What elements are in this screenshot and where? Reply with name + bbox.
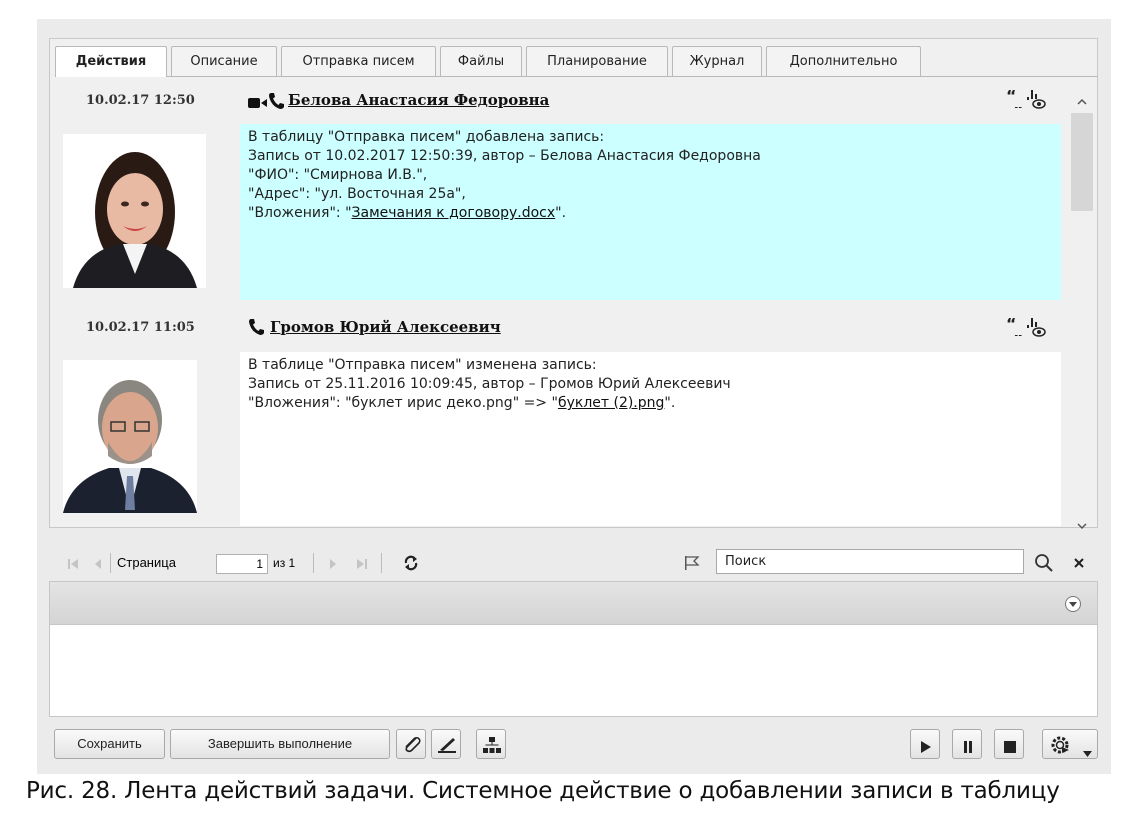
clear-search-icon[interactable] (1072, 555, 1086, 574)
page-number-input[interactable]: 1 (216, 554, 268, 574)
tabs-divider (55, 76, 1098, 77)
author-link[interactable]: Белова Анастасия Федоровна (288, 91, 549, 109)
attach-button[interactable] (396, 729, 426, 759)
visibility-icon[interactable] (1025, 88, 1047, 114)
entry-message: В таблицу "Отправка писем" добавлена зап… (240, 124, 1061, 300)
tab-description[interactable]: Описание (171, 46, 277, 76)
hierarchy-icon (482, 735, 502, 759)
search-input[interactable]: Поиск (716, 549, 1024, 574)
last-page-icon[interactable] (355, 556, 369, 575)
message-line: "Адрес": "ул. Восточная 25а", (248, 186, 466, 202)
page-label: Страница (117, 555, 176, 570)
paperclip-icon (401, 734, 423, 760)
figure-caption: Рис. 28. Лента действий задачи. Системно… (26, 778, 1060, 804)
visibility-icon[interactable] (1025, 316, 1047, 342)
phone-icon (248, 318, 264, 340)
complete-task-button[interactable]: Завершить выполнение (170, 729, 390, 759)
next-page-icon[interactable] (327, 556, 339, 575)
avatar (63, 134, 206, 288)
stop-icon (1004, 738, 1016, 757)
pager-separator (381, 553, 382, 573)
refresh-icon[interactable] (402, 554, 420, 576)
message-line: Запись от 25.11.2016 10:09:45, автор – Г… (248, 376, 731, 392)
attach-suffix: ". (555, 205, 567, 221)
scroll-down-icon[interactable] (1076, 516, 1088, 535)
comment-input[interactable] (49, 625, 1098, 717)
attach-suffix: ". (664, 395, 676, 411)
svg-text:„: „ (1013, 95, 1024, 108)
flag-icon[interactable] (683, 554, 701, 576)
tab-planning[interactable]: Планирование (526, 46, 668, 76)
message-line: "ФИО": "Смирнова И.В.", (248, 167, 428, 183)
message-line: "Вложения": "буклет ирис деко.png" => "б… (248, 394, 1053, 413)
signature-icon (436, 734, 458, 760)
comment-panel-header (49, 581, 1098, 625)
attach-prefix: "Вложения": "буклет ирис деко.png" => " (248, 395, 558, 411)
pause-icon (962, 738, 974, 757)
prev-page-icon[interactable] (92, 556, 104, 575)
entry-datetime: 10.02.17 12:50 (86, 93, 195, 108)
save-button[interactable]: Сохранить (54, 729, 165, 759)
stop-button[interactable] (994, 729, 1024, 759)
quote-icon[interactable]: “„ (1006, 86, 1024, 114)
message-line: В таблице "Отправка писем" изменена запи… (248, 357, 597, 373)
search-icon[interactable] (1033, 552, 1055, 578)
play-icon (920, 738, 932, 757)
quote-icon[interactable]: “„ (1006, 314, 1024, 342)
phone-icon (268, 92, 284, 114)
pager-separator (313, 553, 314, 573)
pager-separator (110, 553, 111, 573)
avatar (63, 360, 197, 513)
attach-prefix: "Вложения": " (248, 205, 352, 221)
attachment-link[interactable]: Замечания к договору.docx (352, 205, 556, 221)
scrollbar-thumb[interactable] (1071, 113, 1093, 211)
tab-additional[interactable]: Дополнительно (766, 46, 921, 76)
tab-actions[interactable]: Действия (55, 46, 167, 77)
assign-button[interactable] (476, 729, 506, 759)
video-camera-icon (248, 95, 268, 114)
sign-button[interactable] (431, 729, 461, 759)
page-count-label: из 1 (273, 556, 296, 570)
attachment-link[interactable]: буклет (2).png (558, 395, 664, 411)
entry-datetime: 10.02.17 11:05 (86, 320, 195, 335)
settings-menu-button[interactable] (1042, 729, 1098, 759)
tab-journal[interactable]: Журнал (672, 46, 762, 76)
scroll-up-icon[interactable] (1076, 92, 1088, 111)
author-link[interactable]: Громов Юрий Алексеевич (270, 318, 501, 336)
collapse-toggle-icon[interactable] (1064, 595, 1082, 617)
message-line: Запись от 10.02.2017 12:50:39, автор – Б… (248, 148, 761, 164)
tab-files[interactable]: Файлы (440, 46, 522, 76)
message-line: В таблицу "Отправка писем" добавлена зап… (248, 129, 605, 145)
message-line: "Вложения": "Замечания к договору.docx". (248, 204, 1053, 223)
svg-text:„: „ (1013, 323, 1024, 336)
entry-message: В таблице "Отправка писем" изменена запи… (240, 352, 1061, 526)
play-button[interactable] (910, 729, 940, 759)
gear-icon (1049, 734, 1071, 760)
first-page-icon[interactable] (66, 556, 80, 575)
pause-button[interactable] (952, 729, 982, 759)
chevron-down-icon (1083, 742, 1092, 761)
tab-send-letters[interactable]: Отправка писем (281, 46, 436, 76)
tab-bar: Действия Описание Отправка писем Файлы П… (55, 46, 1098, 77)
